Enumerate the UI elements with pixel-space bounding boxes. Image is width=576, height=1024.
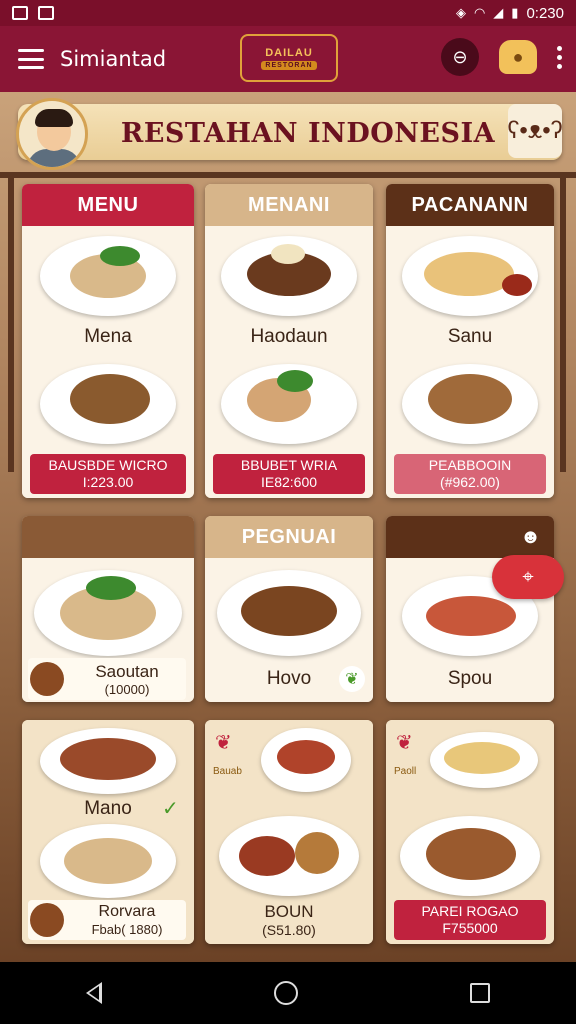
signal-icon: ◢ (493, 5, 504, 20)
check-icon: ✓ (162, 798, 179, 820)
card-header (22, 516, 194, 558)
navigation-bar (0, 962, 576, 1024)
roast-dish-image (221, 364, 357, 444)
card-header: MENANI (205, 184, 373, 226)
price-value: F755000 (442, 920, 498, 936)
dish-thumbnail (30, 903, 64, 937)
location-button[interactable]: ⌖ (492, 555, 564, 599)
chicken-dish-image (400, 816, 540, 896)
dish-thumbnail (30, 662, 64, 696)
meat-dish-image (40, 728, 176, 794)
skull-icon[interactable]: ☻ (520, 526, 541, 549)
dish-name: BOUN (264, 902, 314, 921)
soup-dish-image (261, 728, 351, 792)
back-icon[interactable] (86, 982, 102, 1004)
battery-icon: ▮ (511, 5, 519, 20)
leaf-icon[interactable]: ❦ (339, 666, 365, 692)
dish-info[interactable]: Saoutan (10000) (28, 658, 186, 700)
dish-name: Saoutan (95, 662, 159, 681)
price-title: BAUSBDE WICRO (48, 457, 168, 473)
recent-apps-icon[interactable] (470, 983, 490, 1003)
leaf-icon: ❦ (215, 732, 232, 754)
dish-info[interactable]: Rorvara Fbab( 1880) (28, 900, 186, 940)
dish-name: Rorvara (98, 903, 156, 920)
chicken-dish-image (40, 364, 176, 444)
price-title: PEABBOOIN (428, 457, 512, 473)
rice-dish-image (34, 570, 182, 656)
vibrate-icon: ◈ (455, 5, 466, 20)
bear-icon[interactable]: ʕ•ᴥ•ʔ (507, 104, 563, 158)
leaf-icon: ❦ (396, 732, 413, 754)
menu-icon[interactable] (18, 49, 44, 69)
status-bar: ◈ ◠ ◢ ▮ 0:230 (0, 0, 576, 26)
plantain-dish-image (430, 732, 538, 788)
app-title: Simiantad (60, 47, 167, 71)
satay-dish-image (221, 236, 357, 316)
card-tag: Bauab (213, 766, 242, 777)
dish-name: Mena (84, 326, 132, 347)
grilled-dish-image (219, 816, 359, 896)
dish-price: (S51.80) (262, 922, 316, 938)
logo-subtext: RESTORAN (261, 60, 317, 70)
rice-dish-image (40, 236, 176, 316)
card-header: PACANANN (386, 184, 554, 226)
menu-card[interactable]: PACANANN Sanu PEABBOOIN (#962.00) (386, 184, 554, 498)
price-title: BBUBET WRIA (240, 457, 338, 473)
menu-card[interactable]: MENANI Haodaun BBUBET WRIA IE82:600 (205, 184, 373, 498)
menu-card[interactable]: ❦ Paoll PAREI ROGAO F755000 (386, 720, 554, 944)
home-icon[interactable] (274, 981, 298, 1005)
wifi-icon: ◠ (473, 5, 486, 20)
dish-name: Haodaun (250, 326, 328, 347)
pet-icon[interactable]: ● (499, 40, 537, 74)
dish-price: (10000) (104, 682, 150, 697)
menu-card[interactable]: Saoutan (10000) (22, 516, 194, 702)
menu-card[interactable]: PEGNUAI Hovo ❦ (205, 516, 373, 702)
page-title: RESTAHAN INDONESIA (120, 118, 496, 149)
card-header: PEGNUAI (205, 516, 373, 558)
image-notification-icon (12, 6, 28, 20)
price-title: PAREI ROGAO (421, 903, 519, 919)
rice-dish-image (40, 824, 176, 898)
price-box[interactable]: PAREI ROGAO F755000 (394, 900, 546, 940)
price-box[interactable]: BBUBET WRIA IE82:600 (213, 454, 365, 494)
price-box[interactable]: BAUSBDE WICRO I:223.00 (30, 454, 186, 494)
app-bar: Simiantad DAILAU RESTORAN ⊖ ● (0, 26, 576, 92)
restaurant-logo[interactable]: DAILAU RESTORAN (240, 34, 338, 82)
price-value: (#962.00) (440, 474, 500, 490)
tofu-dish-image (402, 236, 538, 316)
lock-icon[interactable]: ⊖ (441, 38, 479, 76)
price-value: IE82:600 (260, 474, 318, 490)
photo-notification-icon (38, 6, 54, 20)
dish-name: Spou (447, 668, 493, 689)
header-banner: RESTAHAN INDONESIA (18, 104, 562, 160)
status-time: 0:230 (526, 4, 564, 22)
satay-dish-image (217, 570, 361, 656)
menu-card[interactable]: ❦ Bauab BOUN (S51.80) (205, 720, 373, 944)
price-box[interactable]: PEABBOOIN (#962.00) (394, 454, 546, 494)
chicken-dish-image (402, 364, 538, 444)
dish-price: Fbab( 1880) (91, 922, 163, 937)
avatar[interactable] (16, 98, 88, 170)
card-tag: Paoll (394, 766, 417, 777)
card-header: MENU (22, 184, 194, 226)
logo-text: DAILAU (265, 46, 313, 59)
menu-card[interactable]: MENU Mena BAUSBDE WICRO I:223.00 (22, 184, 194, 498)
more-options-icon[interactable] (557, 45, 562, 69)
dish-name: Sanu (447, 326, 493, 347)
price-value: I:223.00 (82, 474, 134, 490)
menu-card[interactable]: Mano ✓ Rorvara Fbab( 1880) (22, 720, 194, 944)
